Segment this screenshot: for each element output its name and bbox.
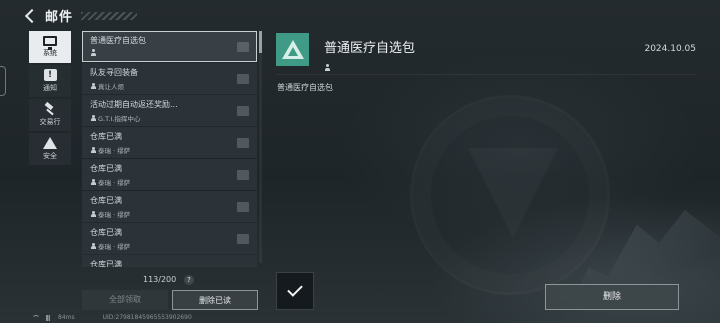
category-tab-system[interactable]: 系统 — [29, 31, 71, 63]
alert-icon: ! — [43, 69, 57, 81]
person-icon — [90, 178, 96, 186]
mail-detail-sender — [324, 56, 332, 75]
claim-all-button[interactable]: 全部领取 — [82, 290, 168, 310]
mail-sender: G.T.I.指挥中心 — [90, 113, 249, 123]
person-icon — [90, 210, 96, 218]
attachment-icon — [237, 234, 249, 244]
mail-list: 普通医疗自选包 队友寻回装备 真让人烦 活动过期自动返还奖励... G.T.I.… — [82, 31, 257, 267]
mail-detail: 普通医疗自选包 2024.10.05 普通医疗自选包 — [266, 28, 696, 268]
mail-subject: 仓库已满 — [90, 228, 122, 237]
title-stripes-decoration — [81, 11, 138, 20]
category-sidebar: 系统 ! 通知 交易行 安全 — [29, 31, 71, 167]
checkmark-icon — [287, 281, 303, 297]
category-label: 安全 — [43, 152, 57, 160]
person-icon — [90, 82, 96, 90]
mail-subject: 仓库已满 — [90, 196, 122, 205]
mail-count: 113/200 — [143, 275, 177, 284]
category-label: 通知 — [43, 84, 57, 92]
ping-value: 84ms — [58, 314, 75, 321]
mail-detail-title: 普通医疗自选包 — [324, 41, 416, 56]
mail-type-icon — [276, 33, 309, 66]
mail-item[interactable]: 仓库已满 泰瑞 · 缪萨 — [82, 223, 257, 254]
divider — [276, 74, 696, 75]
attachment-icon — [237, 106, 249, 116]
attachment-icon — [237, 74, 249, 84]
category-tab-notice[interactable]: ! 通知 — [29, 65, 71, 97]
confirm-button[interactable] — [276, 272, 314, 310]
hammer-icon — [43, 103, 57, 115]
mail-sender: 真让人烦 — [90, 81, 249, 91]
attachment-icon — [237, 202, 249, 212]
mail-item[interactable]: 活动过期自动返还奖励... G.T.I.指挥中心 — [82, 95, 257, 126]
mail-sender: 泰瑞 · 缪萨 — [90, 209, 249, 219]
category-label: 交易行 — [39, 118, 61, 126]
attachment-icon — [237, 170, 249, 180]
help-icon[interactable]: ? — [184, 275, 194, 285]
uid-label: UID:27981845965553902690 — [102, 314, 192, 321]
category-tab-trade[interactable]: 交易行 — [29, 99, 71, 131]
back-button[interactable]: 邮件 — [24, 6, 138, 25]
mail-list-scrollbar-track — [259, 31, 262, 263]
delete-button[interactable]: 删除 — [545, 284, 679, 310]
person-icon — [90, 49, 96, 56]
header: 邮件 — [0, 0, 720, 30]
page-title: 邮件 — [45, 10, 74, 25]
wifi-icon — [32, 314, 40, 321]
back-chevron-icon — [24, 8, 40, 24]
person-icon — [90, 114, 96, 122]
mail-subject: 仓库已满 — [90, 132, 122, 141]
mail-item[interactable]: 仓库已满 泰瑞 · 缪萨 — [82, 159, 257, 190]
mail-detail-body: 普通医疗自选包 — [277, 83, 333, 92]
mail-subject: 普通医疗自选包 — [90, 36, 146, 45]
mail-item[interactable]: 仓库已满 — [82, 255, 257, 267]
mail-item[interactable]: 普通医疗自选包 — [82, 31, 257, 62]
person-icon — [90, 242, 96, 250]
mail-sender: 泰瑞 · 缪萨 — [90, 145, 249, 155]
mail-sender — [90, 49, 249, 56]
attachment-icon — [237, 42, 249, 52]
monitor-icon — [43, 36, 57, 50]
mail-subject: 仓库已满 — [90, 260, 122, 267]
person-icon — [324, 64, 330, 71]
mail-subject: 活动过期自动返还奖励... — [90, 100, 178, 109]
mail-subject: 队友寻回装备 — [90, 68, 138, 77]
mail-item[interactable]: 仓库已满 泰瑞 · 缪萨 — [82, 127, 257, 158]
mail-sender: 泰瑞 · 缪萨 — [90, 241, 249, 251]
signal-icon — [46, 314, 52, 321]
mail-sender: 泰瑞 · 缪萨 — [90, 177, 249, 187]
mail-list-scrollbar[interactable] — [259, 31, 262, 53]
mail-subject: 仓库已满 — [90, 164, 122, 173]
attachment-icon — [237, 138, 249, 148]
delete-read-button[interactable]: 删除已读 — [172, 290, 258, 310]
category-tab-security[interactable]: 安全 — [29, 133, 71, 165]
status-bar: 84ms UID:27981845965553902690 — [32, 314, 192, 321]
warning-icon — [43, 137, 57, 149]
person-icon — [90, 146, 96, 154]
mail-detail-date: 2024.10.05 — [644, 44, 696, 54]
side-drawer-handle[interactable] — [0, 66, 6, 96]
mail-item[interactable]: 仓库已满 泰瑞 · 缪萨 — [82, 191, 257, 222]
mail-item[interactable]: 队友寻回装备 真让人烦 — [82, 63, 257, 94]
